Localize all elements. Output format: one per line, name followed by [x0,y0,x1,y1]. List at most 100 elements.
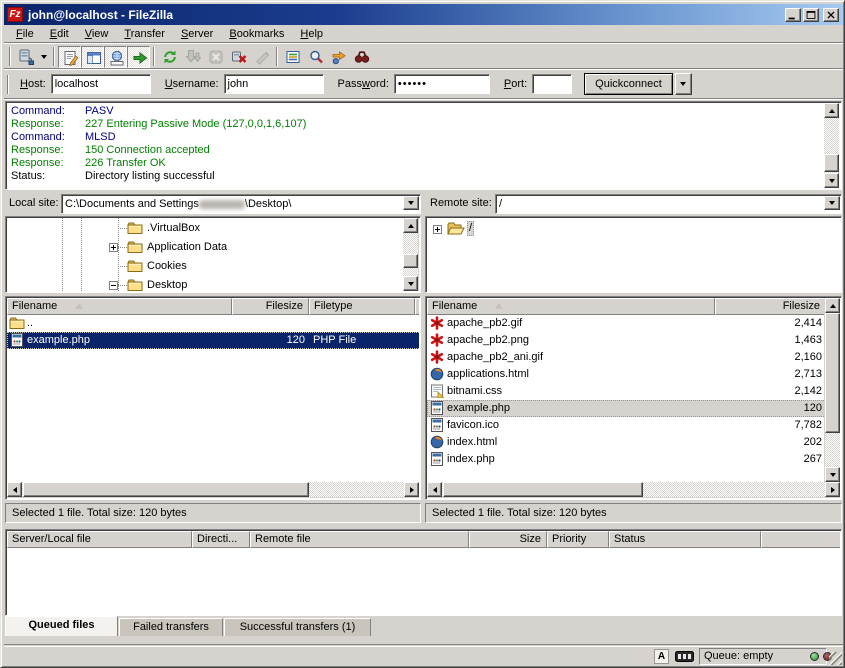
menu-transfer[interactable]: Transfer [116,26,173,42]
scrollbar-thumb[interactable] [403,254,418,268]
host-input[interactable]: localhost [51,74,151,94]
maximize-button[interactable] [803,8,819,22]
tree-item-desktop[interactable]: Desktop [145,278,189,291]
expander-plus-icon[interactable] [109,243,118,252]
column-header-modified[interactable]: L [415,298,419,315]
scroll-up-button[interactable] [825,298,840,313]
scroll-up-button[interactable] [824,103,839,118]
local-path-field[interactable]: C:\Documents and Settings\Desktop\ [61,194,421,214]
disconnect-button[interactable] [227,46,250,68]
expander-plus-icon[interactable] [433,225,442,234]
queue-column-status[interactable]: Status [609,531,761,548]
local-list-hscrollbar[interactable] [7,482,419,498]
local-directory-tree[interactable]: .VirtualBox Application Data Cookies Des… [5,216,421,293]
tab-successful-transfers[interactable]: Successful transfers (1) [224,618,371,636]
resize-grip[interactable] [829,652,842,665]
tree-item-application-data[interactable]: Application Data [145,240,229,255]
file-row[interactable]: applications.html 2,713 [427,366,826,383]
minimize-button[interactable] [785,8,801,22]
site-manager-button[interactable] [14,46,37,68]
toggle-queue-button[interactable] [127,46,150,68]
scrollbar-thumb[interactable] [824,154,839,172]
menu-bookmarks[interactable]: Bookmarks [221,26,292,42]
synchronized-browsing-button[interactable] [327,46,350,68]
window-controls [785,8,843,22]
log-scrollbar[interactable] [824,103,840,188]
queue-list-area[interactable] [7,548,840,614]
username-input[interactable]: john [224,74,324,94]
file-row-parent-dir[interactable]: .. [7,315,419,332]
queue-column-priority[interactable]: Priority [547,531,609,548]
file-row[interactable]: index.html 202 [427,434,826,451]
queue-column-remote-file[interactable]: Remote file [250,531,469,548]
file-row[interactable]: favicon.ico 7,782 [427,417,826,434]
scroll-down-button[interactable] [824,173,839,188]
scroll-right-button[interactable] [404,482,419,497]
site-manager-dropdown[interactable] [37,46,50,68]
remote-list-hscrollbar[interactable] [427,482,840,498]
scrollbar-thumb[interactable] [825,313,840,433]
scroll-down-button[interactable] [403,276,418,291]
tree-item-cookies[interactable]: Cookies [145,259,189,274]
disconnect-icon [231,49,247,65]
directory-filters-button[interactable] [281,46,304,68]
quickconnect-dropdown[interactable] [675,73,692,95]
file-row[interactable]: bitnami.css 2,142 [427,383,826,400]
remote-directory-tree[interactable]: / [425,216,842,293]
menu-edit[interactable]: Edit [42,26,77,42]
file-row[interactable]: apache_pb2.png 1,463 [427,332,826,349]
password-input[interactable]: •••••• [394,74,490,94]
toggle-remote-tree-button[interactable] [104,46,127,68]
tab-queued-files[interactable]: Queued files [5,616,118,636]
file-row[interactable]: apache_pb2.gif 2,414 [427,315,826,332]
close-icon [824,8,838,22]
local-site-dropdown[interactable] [403,196,419,210]
scroll-down-button[interactable] [825,467,840,482]
column-header-filetype[interactable]: Filetype [309,298,415,315]
scroll-left-button[interactable] [7,482,22,497]
close-button[interactable] [823,8,839,22]
title-bar[interactable]: Fz john@localhost - FileZilla [4,4,843,25]
tab-failed-transfers[interactable]: Failed transfers [119,618,223,636]
column-header-filename[interactable]: Filename [7,298,232,315]
file-row-example-php[interactable]: example.php 120 PHP File 1 [7,332,419,349]
message-log-content[interactable]: Command:PASV Response:227 Entering Passi… [7,103,840,188]
column-header-filesize[interactable]: Filesize [232,298,309,315]
sort-ascending-icon [75,299,83,309]
remote-site-combo[interactable]: / [495,194,842,214]
quickconnect-button[interactable]: Quickconnect [584,73,673,95]
column-header-filename[interactable]: Filename [427,298,715,315]
file-row-example-php[interactable]: example.php 120 [427,400,826,417]
expander-minus-icon[interactable] [109,281,118,290]
tree-item-root[interactable]: / [467,221,474,236]
data-type-indicator-icon: A [654,649,669,664]
queue-column-size[interactable]: Size [469,531,547,548]
right-arrow-icon [831,487,838,493]
tree-item-virtualbox[interactable]: .VirtualBox [145,221,202,236]
compare-directories-button[interactable] [304,46,327,68]
find-files-button[interactable] [350,46,373,68]
menu-server[interactable]: Server [173,26,221,42]
file-row[interactable]: index.php 267 [427,451,826,468]
queue-column-direction[interactable]: Directi... [192,531,250,548]
menu-file[interactable]: File [8,26,42,42]
scroll-left-button[interactable] [427,482,442,497]
local-site-combo[interactable]: C:\Documents and Settings\Desktop\ [61,194,421,214]
scrollbar-thumb[interactable] [23,482,309,497]
menu-help[interactable]: Help [292,26,331,42]
remote-site-dropdown[interactable] [824,196,840,210]
scroll-right-button[interactable] [825,482,840,497]
scroll-up-button[interactable] [403,218,418,233]
menu-view[interactable]: View [77,26,117,42]
local-tree-scrollbar[interactable] [403,218,419,291]
column-header-filesize[interactable]: Filesize [715,298,826,315]
file-row[interactable]: apache_pb2_ani.gif 2,160 [427,349,826,366]
remote-path-field[interactable]: / [495,194,842,214]
scrollbar-thumb[interactable] [443,482,643,497]
remote-list-vscrollbar[interactable] [824,298,840,482]
queue-column-server-local[interactable]: Server/Local file [7,531,192,548]
refresh-button[interactable] [158,46,181,68]
toggle-message-log-button[interactable] [58,46,81,68]
toggle-local-tree-button[interactable] [81,46,104,68]
port-input[interactable] [532,74,572,94]
